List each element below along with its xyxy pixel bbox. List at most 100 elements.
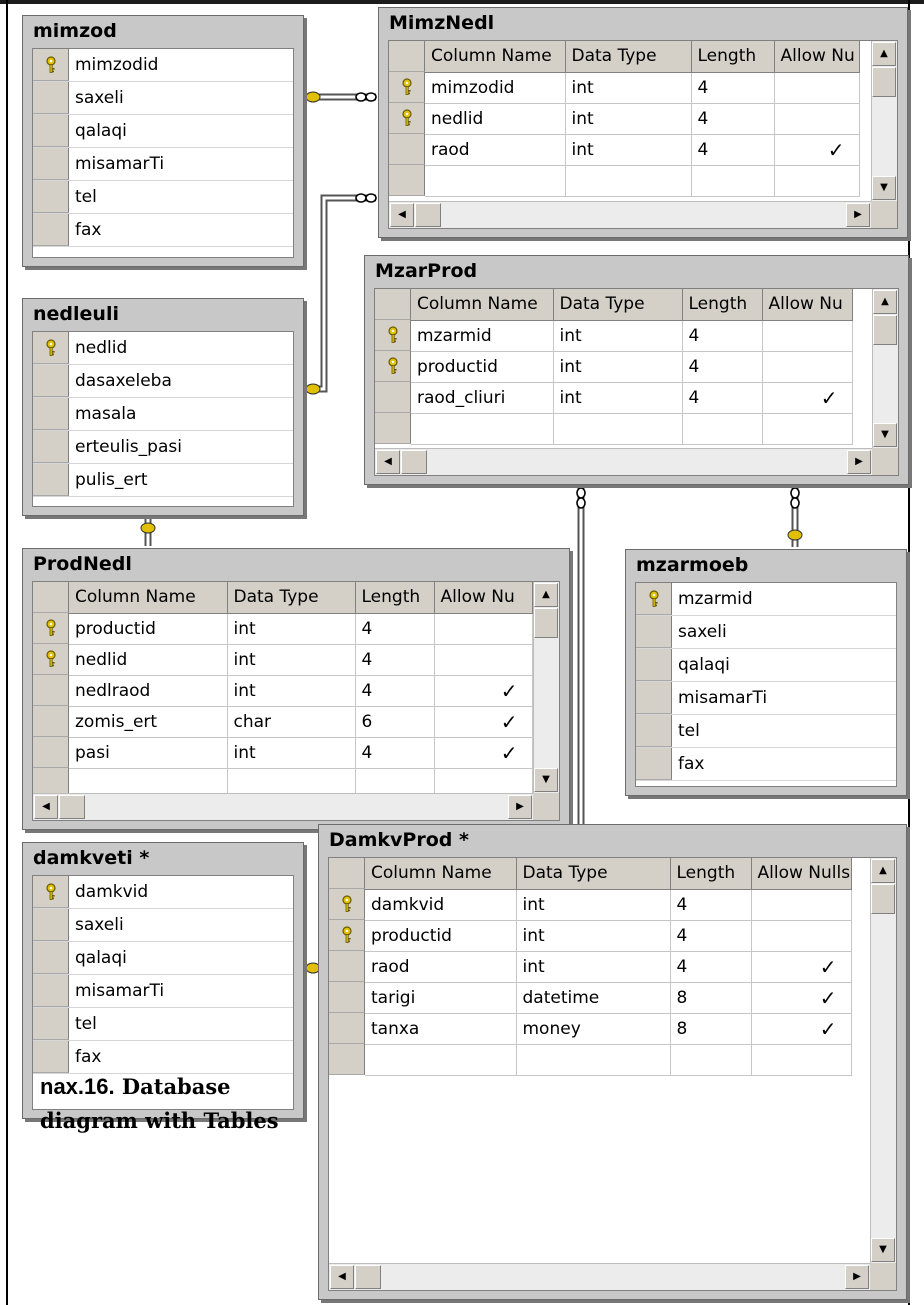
table-title[interactable]: MzarProd <box>365 256 908 288</box>
data-type-cell[interactable]: int <box>516 920 671 952</box>
row-selector[interactable] <box>389 72 425 103</box>
allow-nulls-checkbox[interactable] <box>434 613 533 645</box>
row-selector[interactable] <box>636 649 672 681</box>
length-cell[interactable]: 4 <box>355 644 435 676</box>
vertical-scrollbar[interactable]: ▲ ▼ <box>533 582 559 793</box>
row-selector[interactable] <box>636 616 672 648</box>
column-name-cell[interactable]: nedlraod <box>69 675 228 707</box>
row-selector[interactable] <box>33 909 69 941</box>
data-type-cell[interactable]: int <box>553 382 683 414</box>
column-name-cell[interactable]: pasi <box>69 737 228 769</box>
column-header[interactable]: Column Name <box>411 289 554 321</box>
table-title[interactable]: DamkvProd * <box>319 825 906 857</box>
scroll-thumb[interactable] <box>872 67 896 97</box>
scroll-left-button[interactable]: ◀ <box>390 203 414 227</box>
column-name-cell[interactable]: mimzodid <box>425 72 566 104</box>
column-header[interactable]: Allow Nu <box>774 41 860 73</box>
data-type-cell[interactable]: int <box>516 951 671 983</box>
row-selector[interactable] <box>33 365 69 397</box>
column-row[interactable]: raod_cliuri int 4 ✓ <box>375 382 853 414</box>
column-row[interactable]: tel <box>636 715 896 748</box>
column-header[interactable]: Column Name <box>69 582 228 614</box>
data-type-cell[interactable]: char <box>227 706 356 738</box>
table-prodnedl[interactable]: ProdNedl Column Name Data Type Length Allow … <box>22 548 570 830</box>
data-type-cell[interactable]: int <box>227 613 356 645</box>
column-row[interactable]: mzarmid int 4 <box>375 320 853 352</box>
table-title[interactable]: nedleuli <box>23 299 303 331</box>
column-name-cell[interactable]: nedlid <box>69 644 228 676</box>
column-row[interactable]: pasi int 4 ✓ <box>33 737 533 769</box>
allow-nulls-checkbox[interactable]: ✓ <box>434 737 533 769</box>
allow-nulls-checkbox[interactable] <box>751 889 852 921</box>
scroll-down-button[interactable]: ▼ <box>873 423 897 447</box>
row-selector[interactable] <box>33 942 69 974</box>
length-cell[interactable]: 4 <box>682 320 763 352</box>
row-selector[interactable] <box>33 464 69 496</box>
row-selector[interactable] <box>375 382 411 413</box>
column-header[interactable]: Data Type <box>227 582 356 614</box>
table-title[interactable]: mzarmoeb <box>626 550 906 582</box>
scroll-thumb[interactable] <box>873 315 897 345</box>
column-row[interactable]: tel <box>33 1008 293 1041</box>
allow-nulls-checkbox[interactable] <box>434 644 533 676</box>
column-header[interactable]: Allow Nu <box>762 289 853 321</box>
row-selector[interactable] <box>329 1013 365 1044</box>
row-selector[interactable] <box>33 332 69 364</box>
row-selector[interactable] <box>329 889 365 920</box>
row-selector[interactable] <box>636 748 672 780</box>
column-row[interactable]: misamarTi <box>33 148 293 181</box>
column-name-cell[interactable]: raod <box>365 951 517 983</box>
column-header[interactable]: Allow Nu <box>434 582 533 614</box>
table-damkvprod[interactable]: DamkvProd * Column Name Data Type Length All… <box>318 824 907 1300</box>
vertical-scrollbar[interactable]: ▲ ▼ <box>872 289 898 448</box>
length-cell[interactable]: 4 <box>682 382 763 414</box>
row-selector[interactable] <box>33 675 69 706</box>
horizontal-scrollbar[interactable]: ◀ ▶ <box>329 1263 870 1290</box>
row-selector[interactable] <box>33 398 69 430</box>
column-row[interactable]: nedlid int 4 <box>33 644 533 676</box>
horizontal-scrollbar[interactable]: ◀ ▶ <box>389 201 871 228</box>
column-header[interactable]: Column Name <box>425 41 566 73</box>
horizontal-scrollbar[interactable]: ◀ ▶ <box>375 448 872 475</box>
allow-nulls-checkbox[interactable] <box>762 320 853 352</box>
column-row[interactable]: saxeli <box>33 909 293 942</box>
row-selector[interactable] <box>636 715 672 747</box>
column-row[interactable]: fax <box>636 748 896 781</box>
data-type-cell[interactable]: int <box>553 351 683 383</box>
column-row[interactable]: raod int 4 ✓ <box>329 951 852 983</box>
scroll-thumb[interactable] <box>534 608 558 638</box>
row-selector[interactable] <box>329 982 365 1013</box>
allow-nulls-checkbox[interactable] <box>774 72 860 104</box>
length-cell[interactable]: 4 <box>670 951 752 983</box>
scroll-right-button[interactable]: ▶ <box>845 1265 869 1289</box>
length-cell[interactable]: 8 <box>670 982 752 1014</box>
scroll-up-button[interactable]: ▲ <box>871 859 895 883</box>
scroll-down-button[interactable]: ▼ <box>871 1238 895 1262</box>
column-row[interactable]: dasaxeleba <box>33 365 293 398</box>
mzarprod-producti-link[interactable] <box>577 486 622 849</box>
column-header[interactable]: Length <box>682 289 763 321</box>
column-row[interactable]: nedlid int 4 <box>389 103 860 135</box>
column-name-cell[interactable]: raod_cliuri <box>411 382 554 414</box>
column-name-cell[interactable]: nedlid <box>425 103 566 135</box>
length-cell[interactable]: 8 <box>670 1013 752 1045</box>
table-title[interactable]: mimzod <box>23 16 303 48</box>
row-selector[interactable] <box>375 351 411 382</box>
scroll-up-button[interactable]: ▲ <box>873 290 897 314</box>
length-cell[interactable]: 4 <box>691 134 775 166</box>
column-row[interactable]: qalaqi <box>33 115 293 148</box>
allow-nulls-checkbox[interactable] <box>774 103 860 135</box>
allow-nulls-checkbox[interactable]: ✓ <box>751 982 852 1014</box>
column-name-cell[interactable]: tarigi <box>365 982 517 1014</box>
allow-nulls-checkbox[interactable] <box>751 920 852 952</box>
column-row[interactable]: mimzodid int 4 <box>389 72 860 104</box>
scroll-left-button[interactable]: ◀ <box>34 795 58 819</box>
scroll-down-button[interactable]: ▼ <box>872 176 896 200</box>
scroll-thumb[interactable] <box>355 1265 381 1289</box>
column-name-cell[interactable]: damkvid <box>365 889 517 921</box>
scroll-right-button[interactable]: ▶ <box>846 203 870 227</box>
column-row[interactable]: zomis_ert char 6 ✓ <box>33 706 533 738</box>
column-row[interactable]: saxeli <box>636 616 896 649</box>
column-header[interactable]: Data Type <box>553 289 683 321</box>
allow-nulls-checkbox[interactable]: ✓ <box>751 951 852 983</box>
